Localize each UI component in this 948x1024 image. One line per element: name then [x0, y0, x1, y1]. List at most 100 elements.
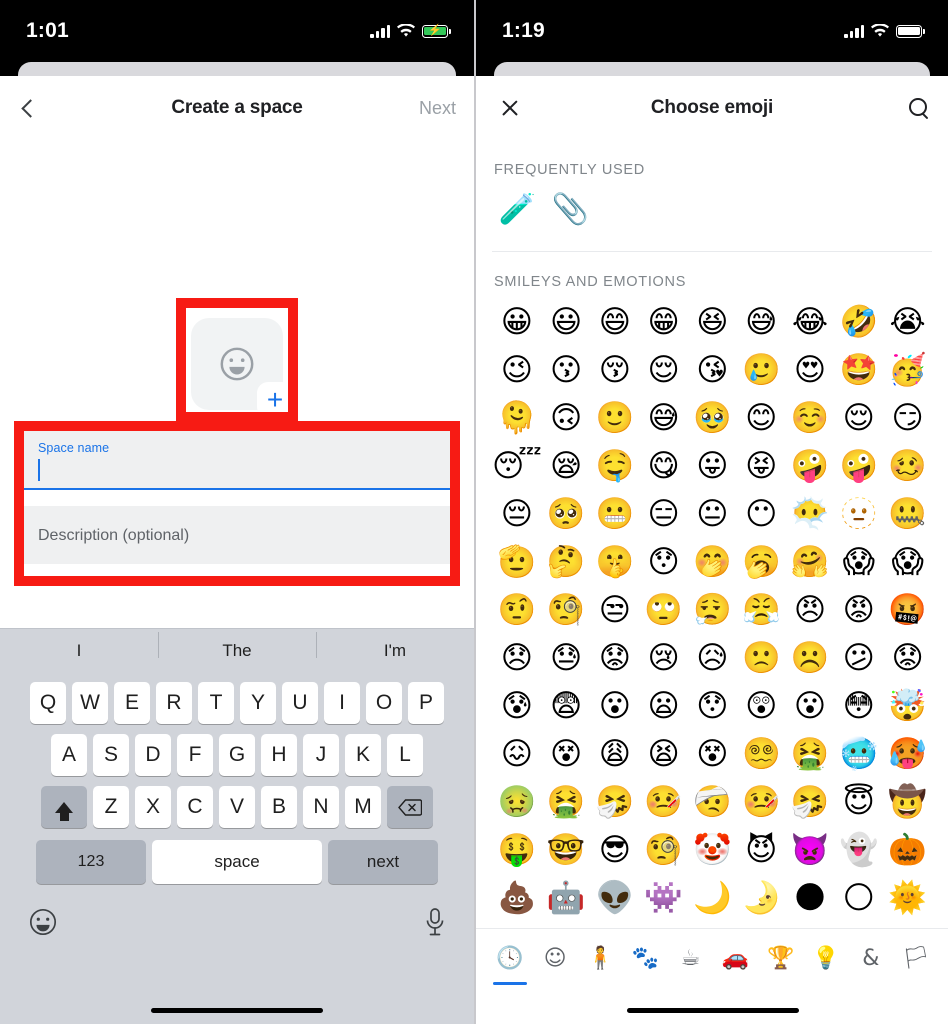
emoji-button[interactable]: 😮‍💨	[688, 588, 737, 633]
emoji-button[interactable]: 🤨	[492, 588, 542, 633]
emoji-button[interactable]: 🌑	[786, 876, 835, 921]
description-field[interactable]: Description (optional)	[22, 506, 452, 564]
emoji-button[interactable]: 🤬	[883, 588, 932, 633]
key-y[interactable]: Y	[240, 682, 276, 724]
emoji-button[interactable]: 😝	[737, 444, 786, 489]
emoji-button[interactable]: 😊	[737, 396, 786, 441]
microphone-icon[interactable]	[424, 907, 446, 937]
key-d[interactable]: D	[135, 734, 171, 776]
key-x[interactable]: X	[135, 786, 171, 828]
emoji-button[interactable]: 👻	[834, 828, 883, 873]
emoji-button[interactable]: 😫	[639, 732, 688, 777]
emoji-button[interactable]: 👿	[786, 828, 835, 873]
emoji-button[interactable]: 😵‍💫	[737, 732, 786, 777]
emoji-button[interactable]: 🫠	[492, 396, 542, 441]
emoji-button[interactable]: 🥺	[542, 492, 591, 537]
emoji-button[interactable]: 😓	[542, 636, 591, 681]
emoji-button[interactable]: 😞	[492, 636, 542, 681]
back-button[interactable]	[16, 76, 45, 140]
emoji-button[interactable]: 😗	[542, 348, 591, 393]
key-g[interactable]: G	[219, 734, 255, 776]
next-button[interactable]: Next	[419, 76, 456, 140]
key-p[interactable]: P	[408, 682, 444, 724]
emoji-button[interactable]: 🥴	[883, 444, 932, 489]
key-v[interactable]: V	[219, 786, 255, 828]
emoji-button[interactable]: 😄	[591, 300, 640, 345]
emoji-button[interactable]: 😚	[591, 348, 640, 393]
emoji-button[interactable]: ☹️	[786, 636, 835, 681]
emoji-button[interactable]: 😕	[834, 636, 883, 681]
key-o[interactable]: O	[366, 682, 402, 724]
emoji-button[interactable]: 🤮	[542, 780, 591, 825]
emoji-button[interactable]: 👽	[591, 876, 640, 921]
key-t[interactable]: T	[198, 682, 234, 724]
emoji-button[interactable]: 🫥	[834, 492, 883, 537]
key-w[interactable]: W	[72, 682, 108, 724]
prediction-1[interactable]: The	[158, 631, 316, 661]
emoji-button[interactable]: 😍	[786, 348, 835, 393]
emoji-button[interactable]: 😂	[786, 300, 835, 345]
smileys-tab[interactable]: ☺	[535, 939, 575, 979]
emoji-button[interactable]: 🤮	[786, 732, 835, 777]
emoji-button[interactable]: 😠	[786, 588, 835, 633]
emoji-button[interactable]: 🤣	[834, 300, 883, 345]
emoji-button[interactable]: ☺️	[786, 396, 835, 441]
numbers-key[interactable]: 123	[36, 840, 146, 884]
emoji-button[interactable]: 🤗	[786, 540, 835, 585]
emoji-button[interactable]: 😱	[834, 540, 883, 585]
emoji-button[interactable]: 😏	[883, 396, 932, 441]
emoji-button[interactable]: 🤯	[883, 684, 932, 729]
emoji-button[interactable]: 😟	[591, 636, 640, 681]
key-z[interactable]: Z	[93, 786, 129, 828]
key-r[interactable]: R	[156, 682, 192, 724]
emoji-button[interactable]: 😌	[834, 396, 883, 441]
emoji-button[interactable]: 🌙	[688, 876, 737, 921]
key-i[interactable]: I	[324, 682, 360, 724]
key-l[interactable]: L	[387, 734, 423, 776]
key-j[interactable]: J	[303, 734, 339, 776]
emoji-button[interactable]: 😃	[542, 300, 591, 345]
emoji-button[interactable]: 😶‍🌫️	[786, 492, 835, 537]
emoji-button[interactable]: 🎃	[883, 828, 932, 873]
travel-tab[interactable]: 🚗	[716, 939, 756, 979]
food-tab[interactable]: ☕	[670, 939, 710, 979]
emoji-button[interactable]: 😭	[883, 300, 932, 345]
key-n[interactable]: N	[303, 786, 339, 828]
emoji-button[interactable]: 😀	[492, 300, 542, 345]
emoji-button[interactable]: 😮	[786, 684, 835, 729]
emoji-button[interactable]: 😨	[542, 684, 591, 729]
emoji-button[interactable]: 😬	[591, 492, 640, 537]
emoji-button[interactable]: 🧐	[639, 828, 688, 873]
emoji-button[interactable]: 🌕	[834, 876, 883, 921]
emoji-button[interactable]: 🌛	[737, 876, 786, 921]
emoji-button[interactable]: 🤔	[542, 540, 591, 585]
emoji-button[interactable]: 🥵	[883, 732, 932, 777]
key-a[interactable]: A	[51, 734, 87, 776]
flags-tab[interactable]: 🏳	[896, 939, 936, 979]
emoji-button[interactable]: 💩	[492, 876, 542, 921]
emoji-button[interactable]: 🤕	[688, 780, 737, 825]
emoji-button[interactable]: 😦	[639, 684, 688, 729]
space-avatar-picker[interactable]: +	[191, 318, 293, 418]
key-k[interactable]: K	[345, 734, 381, 776]
emoji-button[interactable]: 🤡	[688, 828, 737, 873]
emoji-button[interactable]: 😅	[639, 396, 688, 441]
emoji-button[interactable]: 🤢	[492, 780, 542, 825]
emoji-button[interactable]: 😑	[639, 492, 688, 537]
emoji-button[interactable]: 😴	[492, 444, 542, 489]
emoji-button[interactable]: 🤭	[688, 540, 737, 585]
emoji-button[interactable]: 🧐	[542, 588, 591, 633]
key-s[interactable]: S	[93, 734, 129, 776]
emoji-button[interactable]: 😵	[542, 732, 591, 777]
emoji-button[interactable]: 🥲	[737, 348, 786, 393]
emoji-keyboard-icon[interactable]	[28, 907, 58, 937]
animals-tab[interactable]: 🐾	[625, 939, 665, 979]
emoji-button[interactable]: 🤪	[786, 444, 835, 489]
close-button[interactable]	[492, 76, 528, 140]
space-key[interactable]: space	[152, 840, 322, 884]
emoji-button[interactable]: 😡	[834, 588, 883, 633]
emoji-button[interactable]: 🤠	[883, 780, 932, 825]
backspace-key[interactable]	[387, 786, 433, 828]
emoji-button[interactable]: 😶	[737, 492, 786, 537]
emoji-button[interactable]: 😐	[688, 492, 737, 537]
